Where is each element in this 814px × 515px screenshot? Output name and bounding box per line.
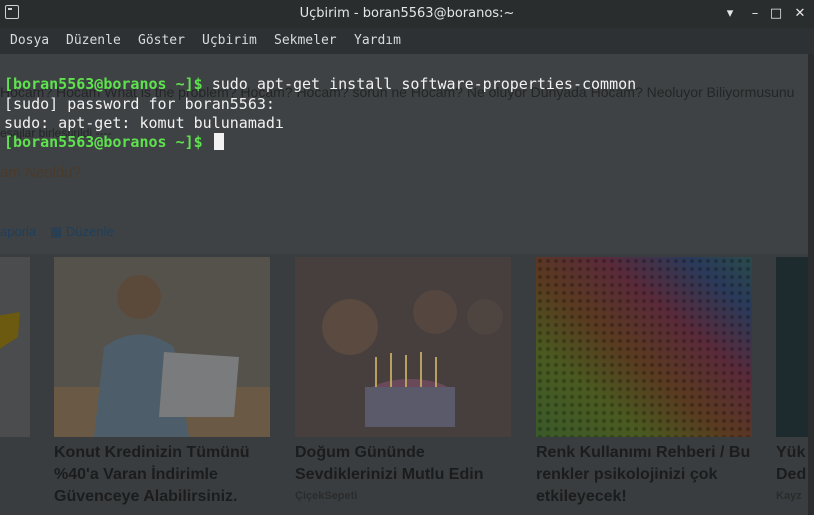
- shade-button[interactable]: ▾: [720, 4, 740, 24]
- card-title: Doğum Gününde Sevdiklerinizi Mutlu Edin: [295, 444, 484, 483]
- menu-file[interactable]: Dosya: [10, 33, 49, 48]
- menu-help[interactable]: Yardım: [354, 33, 401, 48]
- background-report-link: aporla: [0, 224, 37, 239]
- card-title: Renk Kullanımı Rehberi / Bu renkler psik…: [536, 444, 751, 505]
- colorful-lego-image: [536, 257, 752, 437]
- card-image: [536, 257, 752, 437]
- text-cursor: [213, 133, 224, 151]
- card-source: Kayz: [776, 490, 802, 502]
- background-edit-link: ▦ Düzenle: [50, 224, 114, 240]
- card-title: Konut Kredinizin Tümünü %40'a Varan İndi…: [54, 444, 250, 505]
- terminal-line: [boran5563@boranos ~]$: [4, 133, 636, 152]
- terminal-scrollbar[interactable]: [808, 54, 814, 515]
- output-text: [sudo] password for boran5563:: [4, 94, 275, 113]
- edit-icon: ▦: [50, 224, 63, 239]
- menu-bar: Dosya Düzenle Göster Uçbirim Sekmeler Ya…: [0, 28, 814, 54]
- card-image: [776, 257, 808, 437]
- terminal-line: [boran5563@boranos ~]$ sudo apt-get inst…: [4, 75, 636, 94]
- command-text: [203, 133, 212, 151]
- card-title: Yük Ded: [776, 444, 806, 483]
- terminal-view[interactable]: Hocam? Hocam What is the problem? Hocam?…: [0, 54, 808, 515]
- minimize-button[interactable]: –: [745, 4, 765, 24]
- menu-tabs[interactable]: Sekmeler: [274, 33, 337, 48]
- shell-prompt: [boran5563@boranos ~]$: [4, 133, 203, 152]
- menu-terminal[interactable]: Uçbirim: [202, 33, 257, 48]
- menu-edit[interactable]: Düzenle: [66, 33, 121, 48]
- command-text: sudo apt-get install software-properties…: [202, 75, 637, 94]
- terminal-line: sudo: apt-get: komut bulunamadı: [4, 114, 636, 133]
- maximize-button[interactable]: □: [766, 4, 786, 24]
- background-edit-label: Düzenle: [65, 224, 114, 239]
- window-title: Uçbirim - boran5563@boranos:~: [299, 6, 515, 21]
- card-source: ÇiçekSepeti: [295, 490, 358, 502]
- output-text: sudo: apt-get: komut bulunamadı: [4, 113, 284, 132]
- shell-prompt: [boran5563@boranos ~]$: [4, 75, 203, 94]
- menu-view[interactable]: Göster: [138, 33, 185, 48]
- card-image: [295, 257, 511, 437]
- terminal-output: [boran5563@boranos ~]$ sudo apt-get inst…: [4, 56, 636, 191]
- card-image: [0, 257, 30, 437]
- close-button[interactable]: ✕: [790, 4, 810, 24]
- terminal-line: [sudo] password for boran5563:: [4, 95, 636, 114]
- birthday-image: [295, 257, 511, 437]
- card-image: [54, 257, 270, 437]
- butterfly-image: [0, 312, 20, 349]
- man-laptop-image: [54, 257, 270, 437]
- title-bar: Uçbirim - boran5563@boranos:~ ▾ – □ ✕: [0, 0, 814, 28]
